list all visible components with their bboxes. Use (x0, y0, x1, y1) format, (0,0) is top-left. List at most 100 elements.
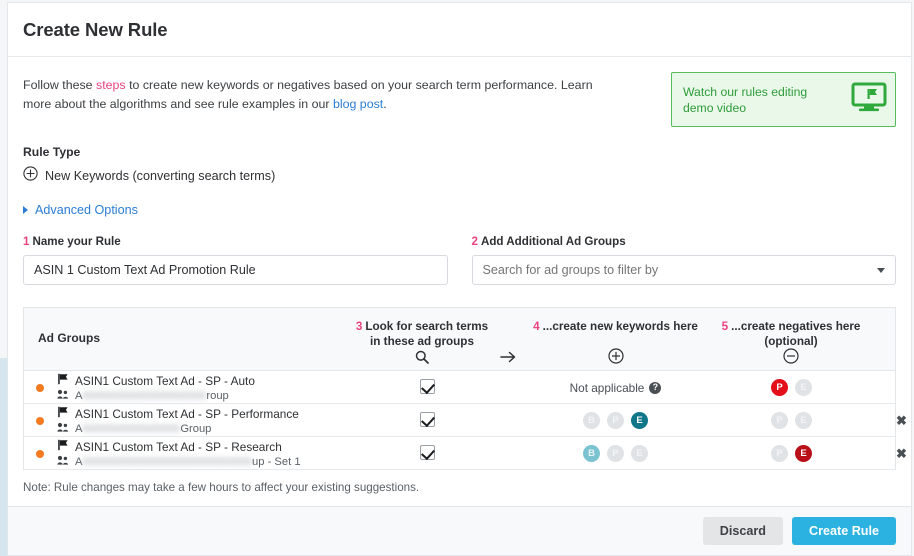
negative-match-types-cell: PE (724, 437, 859, 470)
keyword-match-badge-e[interactable]: E (631, 412, 648, 429)
flag-icon (57, 439, 69, 454)
ad-group-name-suffix: Group (180, 423, 211, 435)
column-header-look-for-search-terms: 3Look for search terms in these ad group… (342, 319, 502, 349)
create-negatives-header-line2: (optional) (764, 335, 817, 348)
create-negatives-header-line1: ...create negatives here (731, 320, 860, 333)
keyword-match-badge-p[interactable]: P (607, 412, 624, 429)
chevron-down-icon[interactable] (877, 268, 885, 273)
discard-button[interactable]: Discard (703, 517, 783, 545)
ad-group-icon (57, 422, 69, 436)
create-new-rule-page: Create New Rule Follow these steps to cr… (0, 0, 914, 556)
ad-group-checkbox[interactable] (420, 445, 435, 460)
ad-group-name-prefix: A (75, 390, 82, 402)
table-note: Note: Rule changes may take a few hours … (8, 470, 911, 494)
name-rule-field-group: 1Name your Rule (23, 235, 448, 285)
ad-group-cell: ASIN1 Custom Text Ad - SP - ResearchA000… (57, 439, 301, 469)
campaign-name: ASIN1 Custom Text Ad - SP - Research (75, 440, 282, 454)
card-header: Create New Rule (8, 3, 911, 57)
ad-group-icon (57, 389, 69, 403)
rule-card: Create New Rule Follow these steps to cr… (7, 2, 912, 506)
negative-match-badge-p[interactable]: P (771, 379, 788, 396)
plus-circle-icon (508, 348, 723, 369)
create-rule-button[interactable]: Create Rule (792, 517, 896, 545)
triangle-right-icon (23, 206, 28, 214)
negative-match-badge-e[interactable]: E (795, 412, 812, 429)
campaign-row: ASIN1 Custom Text Ad - SP - Research (57, 439, 301, 454)
intro-paragraph: Follow these steps to create new keyword… (23, 74, 608, 127)
column-header-create-new-keywords: 4...create new keywords here (508, 319, 723, 334)
keyword-match-badge-b[interactable]: B (583, 412, 600, 429)
ad-group-search-input[interactable] (472, 255, 897, 285)
ad-group-name-redacted: 00000000000000000000000000 (82, 456, 252, 468)
ad-group-row: A00000000000000000000000000up - Set 1 (57, 454, 301, 469)
add-ad-groups-field-group: 2Add Additional Ad Groups (472, 235, 897, 285)
add-ad-groups-label-text: Add Additional Ad Groups (481, 235, 626, 248)
ad-group-name-suffix: roup (206, 390, 228, 402)
status-dot (36, 384, 44, 392)
table-header: Ad Groups 3Look for search terms in thes… (24, 308, 895, 371)
ad-group-cell: ASIN1 Custom Text Ad - SP - AutoA0000000… (57, 373, 255, 403)
negative-match-types-cell: PE (724, 371, 859, 404)
name-rule-label-text: Name your Rule (32, 235, 120, 248)
ad-group-name-redacted: 0000000000000000000 (82, 390, 206, 402)
column-header-ad-groups: Ad Groups (38, 331, 100, 346)
minus-circle-icon (696, 348, 886, 369)
plus-circle-icon (23, 166, 38, 186)
rule-type-label: Rule Type (23, 145, 896, 159)
status-dot (36, 450, 44, 458)
rule-type-value: New Keywords (converting search terms) (45, 169, 275, 183)
advanced-options-toggle[interactable]: Advanced Options (23, 203, 896, 217)
ad-group-name-redacted: 000000000000000 (82, 423, 180, 435)
campaign-row: ASIN1 Custom Text Ad - SP - Performance (57, 406, 299, 421)
ad-group-icon (57, 455, 69, 469)
blog-post-link[interactable]: blog post (333, 97, 383, 111)
status-dot (36, 417, 44, 425)
ad-group-row: A000000000000000Group (57, 421, 299, 436)
name-rule-label: 1Name your Rule (23, 235, 448, 248)
campaign-name: ASIN1 Custom Text Ad - SP - Performance (75, 407, 299, 421)
ad-groups-table: Ad Groups 3Look for search terms in thes… (23, 307, 896, 470)
steps-link[interactable]: steps (96, 78, 126, 92)
ad-group-search-wrapper (472, 255, 897, 285)
watch-demo-video-banner[interactable]: Watch our rules editing demo video (671, 72, 896, 127)
step-number-3: 3 (356, 320, 363, 333)
ad-group-name-prefix: A (75, 423, 82, 435)
negative-match-badge-p[interactable]: P (771, 412, 788, 429)
monitor-flag-icon (851, 82, 887, 117)
table-row[interactable]: ASIN1 Custom Text Ad - SP - AutoA0000000… (24, 371, 895, 404)
add-ad-groups-label: 2Add Additional Ad Groups (472, 235, 897, 248)
form-fields: 1Name your Rule 2Add Additional Ad Group… (8, 235, 911, 285)
negative-match-badge-e[interactable]: E (795, 379, 812, 396)
ad-group-checkbox[interactable] (420, 412, 435, 427)
close-icon[interactable]: ✖ (896, 414, 907, 427)
intro-section: Follow these steps to create new keyword… (8, 57, 911, 127)
step-number-4: 4 (533, 320, 540, 333)
look-header-line2: in these ad groups (370, 335, 474, 348)
keyword-match-badge-e[interactable]: E (631, 445, 648, 462)
negative-match-badge-e[interactable]: E (795, 445, 812, 462)
campaign-row: ASIN1 Custom Text Ad - SP - Auto (57, 373, 255, 388)
ad-group-name-suffix: up - Set 1 (252, 456, 301, 468)
step-number-5: 5 (722, 320, 729, 333)
keyword-match-badge-p[interactable]: P (607, 445, 624, 462)
ad-group-checkbox[interactable] (420, 379, 435, 394)
negative-match-badge-p[interactable]: P (771, 445, 788, 462)
flag-icon (57, 406, 69, 421)
ad-group-row: A0000000000000000000roup (57, 388, 255, 403)
video-banner-label: Watch our rules editing demo video (683, 84, 841, 116)
page-left-gutter-top (0, 0, 7, 358)
advanced-options-label: Advanced Options (35, 203, 138, 217)
keyword-match-types-cell: BPE (508, 437, 723, 470)
name-rule-input[interactable] (23, 255, 448, 285)
intro-text-part3: . (383, 97, 386, 111)
keyword-match-badge-b[interactable]: B (583, 445, 600, 462)
close-icon[interactable]: ✖ (896, 447, 907, 460)
question-mark-icon[interactable]: ? (649, 382, 661, 394)
step-number-1: 1 (23, 235, 29, 248)
rule-type-option[interactable]: New Keywords (converting search terms) (23, 166, 896, 186)
flag-icon (57, 373, 69, 388)
table-row[interactable]: ASIN1 Custom Text Ad - SP - PerformanceA… (24, 404, 895, 437)
table-row[interactable]: ASIN1 Custom Text Ad - SP - ResearchA000… (24, 437, 895, 470)
not-applicable-label: Not applicable (570, 381, 645, 395)
table-rows: ASIN1 Custom Text Ad - SP - AutoA0000000… (24, 371, 895, 470)
